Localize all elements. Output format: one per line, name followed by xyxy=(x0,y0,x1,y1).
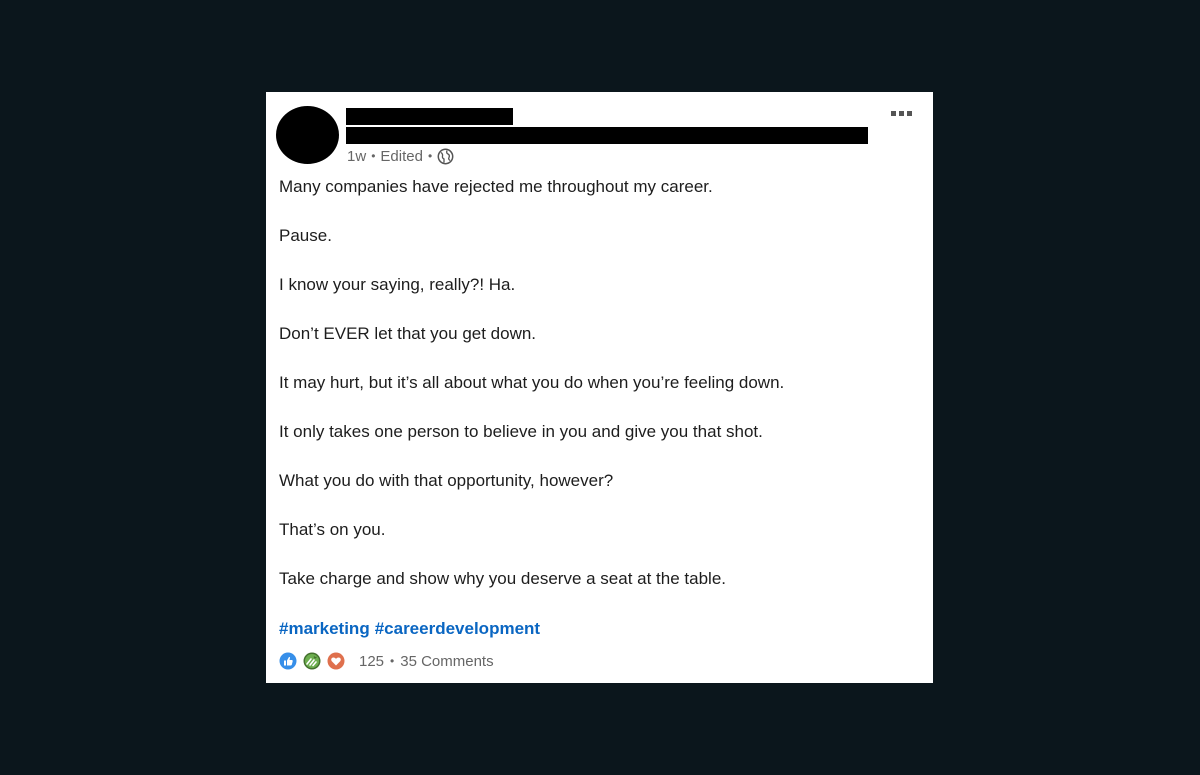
post-line: Pause. xyxy=(279,226,332,245)
globe-icon xyxy=(437,148,454,165)
post-line: That’s on you. xyxy=(279,520,386,539)
comments-link[interactable]: 35 Comments xyxy=(400,653,493,670)
post-card: 1w • Edited • Many companies have reject… xyxy=(266,92,933,683)
like-icon xyxy=(279,652,297,670)
edited-label: Edited xyxy=(380,147,423,165)
social-counts: 125 • 35 Comments xyxy=(279,651,494,671)
meta-separator: • xyxy=(427,149,433,163)
reactions-summary[interactable] xyxy=(279,652,351,670)
avatar[interactable] xyxy=(276,106,339,164)
love-icon xyxy=(327,652,345,670)
post-meta: 1w • Edited • xyxy=(347,147,454,165)
celebrate-icon xyxy=(303,652,321,670)
more-dot xyxy=(890,110,896,116)
more-dot xyxy=(906,110,912,116)
hashtag-marketing-link[interactable]: #marketing xyxy=(279,618,370,639)
post-timestamp: 1w xyxy=(347,147,367,165)
post-line: It only takes one person to believe in y… xyxy=(279,422,763,441)
post-line: Take charge and show why you deserve a s… xyxy=(279,569,726,588)
post-line: What you do with that opportunity, howev… xyxy=(279,471,614,490)
post-body: Many companies have rejected me througho… xyxy=(279,176,919,617)
post-line: Don’t EVER let that you get down. xyxy=(279,324,537,343)
redacted-author-headline xyxy=(346,127,868,144)
reaction-count[interactable]: 125 xyxy=(359,653,384,670)
hashtags: #marketing #careerdevelopment xyxy=(279,618,540,639)
meta-separator: • xyxy=(371,149,376,163)
post-line: Many companies have rejected me througho… xyxy=(279,177,713,196)
hashtag-careerdevelopment-link[interactable]: #careerdevelopment xyxy=(375,618,540,639)
more-dot xyxy=(898,110,904,116)
more-options-button[interactable] xyxy=(886,106,916,120)
post-line: It may hurt, but it’s all about what you… xyxy=(279,373,785,392)
post-line: I know your saying, really?! Ha. xyxy=(279,275,516,294)
social-separator: • xyxy=(390,654,395,668)
redacted-author-name[interactable] xyxy=(346,108,513,125)
